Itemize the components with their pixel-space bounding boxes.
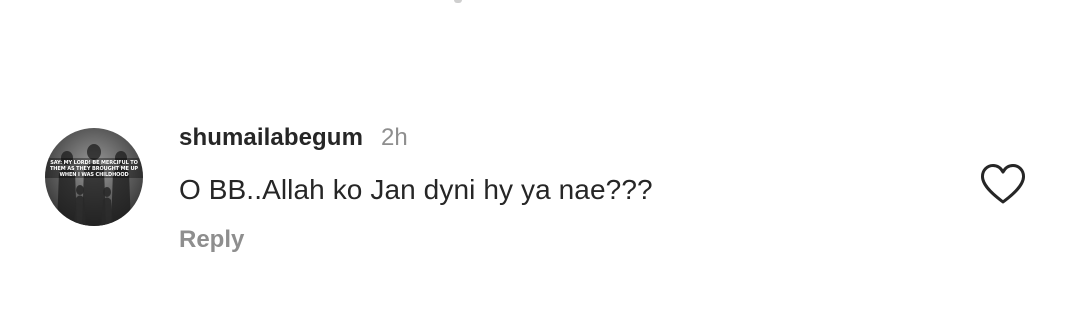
avatar[interactable]: SAY: MY LORD! BE MERCIFUL TO THEM AS THE… xyxy=(45,128,143,226)
avatar-caption: SAY: MY LORD! BE MERCIFUL TO THEM AS THE… xyxy=(50,160,138,178)
comment-meta: shumailabegum 2h xyxy=(179,124,408,154)
comment-text: O BB..Allah ko Jan dyni hy ya nae??? xyxy=(179,174,653,205)
scroll-remnant xyxy=(454,0,462,3)
comment-item: SAY: MY LORD! BE MERCIFUL TO THEM AS THE… xyxy=(0,118,1080,258)
heart-outline-icon xyxy=(981,164,1025,204)
reply-button[interactable]: Reply xyxy=(179,226,244,254)
username-link[interactable]: shumailabegum xyxy=(179,124,363,152)
like-button[interactable] xyxy=(978,162,1028,206)
timestamp: 2h xyxy=(381,124,408,151)
